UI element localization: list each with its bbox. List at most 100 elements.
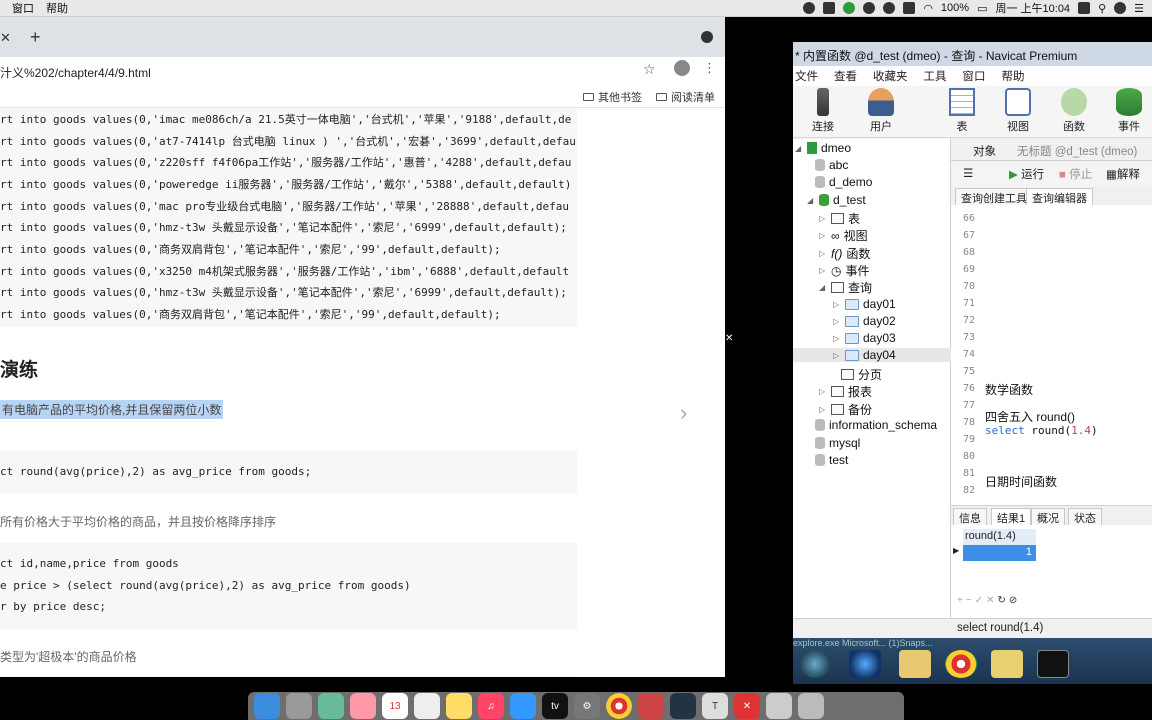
- wifi-icon[interactable]: ◠: [923, 2, 933, 15]
- tree-query-folder[interactable]: ▷ day03: [833, 331, 896, 345]
- xmind-icon[interactable]: ✕: [734, 693, 760, 719]
- notes-icon[interactable]: [446, 693, 472, 719]
- creative-cloud-icon[interactable]: [803, 2, 816, 14]
- share-icon[interactable]: [843, 2, 856, 14]
- calendar-icon[interactable]: 13: [382, 693, 408, 719]
- expand-arrow-icon[interactable]: ▷: [833, 300, 841, 309]
- tree-db-active[interactable]: ◢ d_test: [807, 193, 866, 207]
- ie-icon[interactable]: [849, 650, 881, 678]
- spotlight-icon[interactable]: ⚲: [1098, 2, 1106, 15]
- close-icon[interactable]: ✕: [725, 333, 733, 344]
- url-text[interactable]: 汁义%202/chapter4/4/9.html: [0, 64, 151, 81]
- bookmark-star-icon[interactable]: ☆: [643, 61, 656, 78]
- tree-query-folder[interactable]: ▷ day01: [833, 297, 896, 311]
- menu-window[interactable]: 窗口: [12, 0, 34, 16]
- tree-connection[interactable]: ◢ dmeo: [795, 141, 851, 155]
- collapse-arrow-icon[interactable]: ◢: [795, 144, 803, 153]
- other-bookmarks[interactable]: 其他书签: [583, 89, 642, 105]
- tree-queries[interactable]: ◢ 查询: [819, 279, 872, 296]
- photos-icon[interactable]: [350, 693, 376, 719]
- cmd-icon[interactable]: [1037, 650, 1069, 678]
- record-icon[interactable]: [883, 2, 896, 14]
- tree-views[interactable]: ▷ ∞ 视图: [819, 227, 868, 244]
- menu-icon[interactable]: ☰: [963, 166, 973, 180]
- tab-search-icon[interactable]: [701, 31, 713, 43]
- expand-arrow-icon[interactable]: ▷: [819, 231, 827, 240]
- expand-arrow-icon[interactable]: ▷: [819, 214, 827, 223]
- navicat-icon[interactable]: [991, 650, 1023, 678]
- tree-tables[interactable]: ▷ 表: [819, 210, 860, 227]
- tab-objects[interactable]: 对象: [973, 143, 996, 159]
- menu-view[interactable]: 查看: [834, 68, 857, 84]
- siri-icon[interactable]: [1114, 2, 1127, 14]
- sql-editor[interactable]: 66 67 68 69 70 71 72 73 74 75 76 77 78 7…: [951, 205, 1152, 505]
- clock[interactable]: 周一 上午10:04: [995, 0, 1070, 16]
- reminders-icon[interactable]: [414, 693, 440, 719]
- apply-icon[interactable]: ✓: [975, 595, 986, 606]
- app-icon[interactable]: [1078, 2, 1091, 14]
- add-row-icon[interactable]: +: [957, 595, 966, 606]
- menu-help[interactable]: 帮助: [46, 0, 68, 16]
- function-button[interactable]: 函数: [1054, 88, 1094, 134]
- stop-button[interactable]: ■ 停止: [1059, 166, 1092, 182]
- vpn-icon[interactable]: [863, 2, 876, 14]
- tree-query-item[interactable]: 分页: [841, 366, 882, 383]
- new-tab-icon[interactable]: +: [30, 27, 41, 48]
- collapse-arrow-icon[interactable]: ◢: [819, 283, 827, 292]
- tree-events[interactable]: ▷ ◷ 事件: [819, 262, 870, 279]
- preview-icon[interactable]: [766, 693, 792, 719]
- trash-icon[interactable]: [798, 693, 824, 719]
- run-button[interactable]: ▶ 运行: [1009, 166, 1044, 182]
- tree-backups[interactable]: ▷ 备份: [819, 401, 872, 418]
- battery-icon[interactable]: ▭: [977, 2, 987, 15]
- reading-list[interactable]: 阅读清单: [656, 89, 715, 105]
- close-tab-icon[interactable]: ✕: [0, 30, 11, 46]
- chrome-icon[interactable]: [945, 650, 977, 678]
- menu-file[interactable]: 文件: [795, 68, 818, 84]
- appletv-icon[interactable]: tv: [542, 693, 568, 719]
- screenshot-icon[interactable]: [638, 693, 664, 719]
- finder-icon[interactable]: [254, 693, 280, 719]
- tree-db[interactable]: mysql: [815, 436, 860, 450]
- grid-icon[interactable]: [903, 2, 916, 14]
- tree-db[interactable]: d_demo: [815, 175, 872, 189]
- tree-db[interactable]: information_schema: [815, 418, 937, 432]
- launchpad-icon[interactable]: [286, 693, 312, 719]
- menu-help[interactable]: 帮助: [1002, 68, 1025, 84]
- profile-avatar[interactable]: [674, 60, 690, 76]
- control-center-icon[interactable]: ☰: [1134, 2, 1144, 15]
- address-bar[interactable]: 汁义%202/chapter4/4/9.html ☆ ⋮: [0, 57, 725, 84]
- view-button[interactable]: 视图: [998, 88, 1038, 134]
- stop-icon[interactable]: ⊘: [1009, 595, 1020, 606]
- table-button[interactable]: 表: [942, 88, 982, 134]
- tree-db[interactable]: abc: [815, 158, 848, 172]
- explain-button[interactable]: ▦解释: [1106, 166, 1140, 182]
- user-button[interactable]: 用户: [861, 88, 901, 134]
- maps-icon[interactable]: [318, 693, 344, 719]
- tree-db[interactable]: test: [815, 453, 848, 467]
- textedit-icon[interactable]: T: [702, 693, 728, 719]
- collapse-arrow-icon[interactable]: ◢: [807, 196, 815, 205]
- settings-icon[interactable]: ⚙: [574, 693, 600, 719]
- expand-arrow-icon[interactable]: ▷: [819, 405, 827, 414]
- menu-window[interactable]: 窗口: [963, 68, 986, 84]
- delete-row-icon[interactable]: −: [966, 595, 975, 606]
- tree-query-folder-selected[interactable]: ▷ day04: [793, 348, 951, 362]
- menu-tools[interactable]: 工具: [924, 68, 947, 84]
- explorer-icon[interactable]: [899, 650, 931, 678]
- grid-cell[interactable]: 1: [963, 545, 1036, 561]
- windows-start-icon[interactable]: [799, 650, 831, 678]
- more-menu-icon[interactable]: ⋮: [703, 60, 716, 76]
- connect-button[interactable]: 连接: [803, 88, 843, 134]
- menu-favorites[interactable]: 收藏夹: [873, 68, 908, 84]
- expand-arrow-icon[interactable]: ▷: [833, 317, 841, 326]
- expand-arrow-icon[interactable]: ▷: [819, 266, 827, 275]
- chrome-icon[interactable]: [606, 693, 632, 719]
- grid-column-header[interactable]: round(1.4): [963, 529, 1036, 545]
- obs-icon[interactable]: [670, 693, 696, 719]
- expand-arrow-icon[interactable]: ▷: [819, 249, 827, 258]
- expand-arrow-icon[interactable]: ▷: [833, 334, 841, 343]
- event-button[interactable]: 事件: [1109, 88, 1149, 134]
- screen-icon[interactable]: [823, 2, 836, 14]
- next-page-icon[interactable]: ›: [680, 400, 687, 426]
